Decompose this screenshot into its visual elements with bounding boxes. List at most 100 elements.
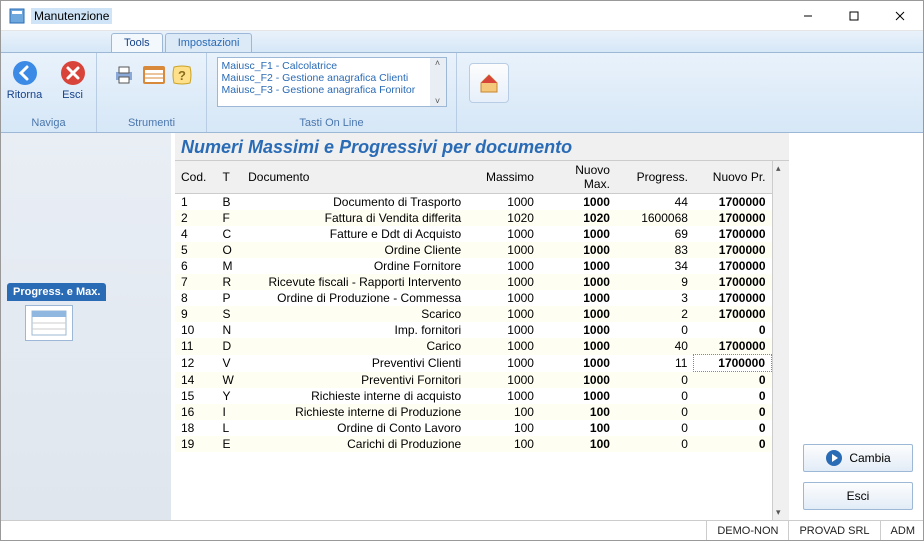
col-progress[interactable]: Progress. [616,161,694,194]
right-panel: Cambia Esci [793,133,923,520]
table-row[interactable]: 4CFatture e Ddt di Acquisto1000100069170… [175,226,772,242]
cell-nmax: 100 [540,404,616,420]
cell-max: 1000 [471,388,540,404]
cell-t: O [216,242,242,258]
cell-nmax: 1000 [540,226,616,242]
shortcut-list[interactable]: Maiusc_F1 - Calcolatrice Maiusc_F2 - Ges… [217,57,447,107]
cell-cod: 19 [175,436,216,452]
table-row[interactable]: 2FFattura di Vendita differita1020102016… [175,210,772,226]
grid-scrollbar[interactable] [772,161,789,520]
table-row[interactable]: 10NImp. fornitori1000100000 [175,322,772,338]
status-bar: DEMO-NON PROVAD SRL ADM [1,520,923,540]
help-icon[interactable]: ? [172,65,192,88]
cell-nmax: 100 [540,420,616,436]
table-row[interactable]: 6MOrdine Fornitore10001000341700000 [175,258,772,274]
cell-t: F [216,210,242,226]
sidebar-thumb[interactable] [25,305,73,341]
cell-max: 1020 [471,210,540,226]
cell-prog: 0 [616,420,694,436]
calendar-icon[interactable] [142,65,166,88]
cell-cod: 10 [175,322,216,338]
ribbon-tabs: Tools Impostazioni [1,31,923,53]
cell-doc: Richieste interne di acquisto [242,388,471,404]
cell-cod: 15 [175,388,216,404]
cell-cod: 7 [175,274,216,290]
page-title: Numeri Massimi e Progressivi per documen… [175,133,789,160]
table-row[interactable]: 11DCarico10001000401700000 [175,338,772,355]
cell-doc: Ordine di Produzione - Commessa [242,290,471,306]
cell-max: 1000 [471,242,540,258]
app-icon [9,8,25,24]
tab-impostazioni[interactable]: Impostazioni [165,33,253,52]
sidebar-tab-progress-max[interactable]: Progress. e Max. [7,283,106,301]
cell-doc: Richieste interne di Produzione [242,404,471,420]
cell-npr: 1700000 [694,338,772,355]
cell-t: W [216,372,242,389]
status-company: PROVAD SRL [788,521,879,540]
col-nuovopr[interactable]: Nuovo Pr. [694,161,772,194]
cell-cod: 18 [175,420,216,436]
cell-nmax: 1000 [540,306,616,322]
cell-nmax: 1020 [540,210,616,226]
table-row[interactable]: 14WPreventivi Fornitori1000100000 [175,372,772,389]
maximize-button[interactable] [831,1,877,31]
cell-max: 1000 [471,290,540,306]
table-row[interactable]: 5OOrdine Cliente10001000831700000 [175,242,772,258]
col-cod[interactable]: Cod. [175,161,216,194]
cell-nmax: 1000 [540,290,616,306]
cell-t: P [216,290,242,306]
cell-t: I [216,404,242,420]
col-t[interactable]: T [216,161,242,194]
cell-prog: 0 [616,322,694,338]
esci-button[interactable]: Esci [803,482,913,510]
cell-doc: Ordine Cliente [242,242,471,258]
table-row[interactable]: 9SScarico1000100021700000 [175,306,772,322]
cambia-button[interactable]: Cambia [803,444,913,472]
cell-t: M [216,258,242,274]
minimize-button[interactable] [785,1,831,31]
table-row[interactable]: 16IRichieste interne di Produzione100100… [175,404,772,420]
esci-ribbon-button[interactable]: Esci [52,57,94,101]
printer-icon[interactable] [112,63,136,90]
table-row[interactable]: 7RRicevute fiscali - Rapporti Intervento… [175,274,772,290]
content: Numeri Massimi e Progressivi per documen… [171,133,793,520]
shortcut-scrollbar[interactable]: ˄˅ [430,58,446,106]
cell-prog: 44 [616,194,694,211]
cell-cod: 14 [175,372,216,389]
play-circle-icon [825,449,843,467]
esci-ribbon-label: Esci [62,89,83,101]
col-nuovomax[interactable]: Nuovo Max. [540,161,616,194]
table-row[interactable]: 12VPreventivi Clienti10001000111700000 [175,355,772,372]
cell-cod: 11 [175,338,216,355]
ritorna-button[interactable]: Ritorna [4,57,46,101]
cell-max: 1000 [471,226,540,242]
cell-prog: 11 [616,355,694,372]
table-row[interactable]: 18LOrdine di Conto Lavoro10010000 [175,420,772,436]
cell-prog: 0 [616,388,694,404]
cell-max: 100 [471,404,540,420]
close-button[interactable] [877,1,923,31]
table-row[interactable]: 15YRichieste interne di acquisto10001000… [175,388,772,404]
cell-t: N [216,322,242,338]
ritorna-label: Ritorna [7,89,42,101]
cambia-label: Cambia [849,451,890,465]
cell-max: 1000 [471,322,540,338]
cell-doc: Ordine Fornitore [242,258,471,274]
col-massimo[interactable]: Massimo [471,161,540,194]
cell-npr: 0 [694,436,772,452]
tab-tools[interactable]: Tools [111,33,163,52]
col-documento[interactable]: Documento [242,161,471,194]
cell-cod: 9 [175,306,216,322]
table-row[interactable]: 8POrdine di Produzione - Commessa1000100… [175,290,772,306]
cell-cod: 12 [175,355,216,372]
table-row[interactable]: 1BDocumento di Trasporto1000100044170000… [175,194,772,211]
home-button[interactable] [469,63,509,103]
cell-doc: Carichi di Produzione [242,436,471,452]
cell-t: V [216,355,242,372]
ribbon-group-tasti: Maiusc_F1 - Calcolatrice Maiusc_F2 - Ges… [207,53,457,132]
table-row[interactable]: 19ECarichi di Produzione10010000 [175,436,772,452]
cell-max: 1000 [471,274,540,290]
data-grid[interactable]: Cod. T Documento Massimo Nuovo Max. Prog… [175,161,772,520]
app-window: Manutenzione Tools Impostazioni Ritorna … [0,0,924,541]
table-thumb-icon [31,310,67,336]
